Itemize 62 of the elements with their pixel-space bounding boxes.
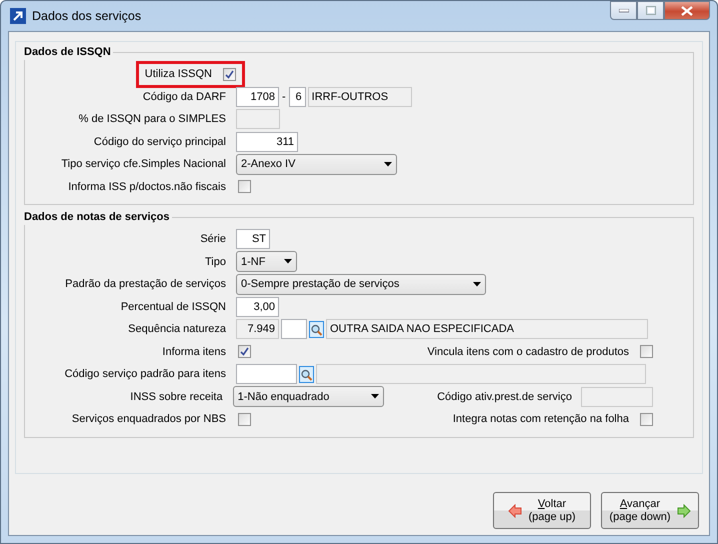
checkbox[interactable] <box>640 345 653 358</box>
close-icon <box>681 6 693 16</box>
field-label: Vincula itens com o cadastro de produtos <box>427 344 629 360</box>
field-label: Integra notas com retenção na folha <box>452 412 629 427</box>
maximize-button[interactable] <box>637 1 664 20</box>
input-field[interactable]: 6 <box>288 86 306 107</box>
field-label: Tipo serviço cfe.Simples Nacional <box>61 157 226 172</box>
field-label: Código do serviço principal <box>94 134 226 150</box>
checkbox[interactable] <box>238 180 251 194</box>
field-label: Sequência natureza <box>128 322 226 337</box>
checkbox[interactable] <box>238 412 251 426</box>
search-icon[interactable] <box>299 366 314 383</box>
minimize-icon <box>618 8 628 12</box>
caret-icon <box>384 162 392 167</box>
caret-icon <box>284 259 292 264</box>
dash-text: - <box>282 90 286 104</box>
dropdown[interactable]: 2-Anexo IV <box>236 154 397 175</box>
input-field[interactable]: IRRF-OUTROS <box>308 86 412 107</box>
field-label: Serviços enquadrados por NBS <box>72 412 226 427</box>
next-button[interactable]: Avançar (page down) <box>601 492 699 529</box>
search-icon[interactable] <box>309 320 324 338</box>
field-label: Série <box>200 232 226 247</box>
group-title: Dados de notas de serviços <box>24 209 172 225</box>
checkbox[interactable] <box>223 68 236 81</box>
field-label: Utiliza ISSQN <box>144 67 212 82</box>
input-field[interactable] <box>581 386 653 407</box>
minimize-button[interactable] <box>610 1 637 20</box>
input-field[interactable] <box>281 319 307 340</box>
group-title: Dados de ISSQN <box>24 44 113 60</box>
input-field[interactable]: 1708 <box>236 86 279 107</box>
app-icon <box>10 8 26 24</box>
input-field[interactable]: 311 <box>236 132 298 152</box>
field-label: Código ativ.prest.de serviço <box>437 390 572 404</box>
checkbox[interactable] <box>640 412 653 426</box>
close-button[interactable] <box>664 1 710 20</box>
input-field[interactable]: 7.949 <box>236 319 279 340</box>
dropdown[interactable]: 1-NF <box>236 251 297 272</box>
dropdown[interactable]: 0-Sempre prestação de serviços <box>236 274 486 295</box>
window-title: Dados dos serviços <box>32 8 142 25</box>
input-field[interactable] <box>236 109 280 130</box>
field-label: % de ISSQN para o SIMPLES <box>78 112 226 127</box>
input-field[interactable] <box>316 364 646 384</box>
left-arrow-icon <box>508 504 522 518</box>
caret-icon <box>473 282 481 287</box>
input-field[interactable] <box>236 364 297 384</box>
caret-icon <box>370 394 379 400</box>
checkbox[interactable] <box>238 345 251 358</box>
field-label: Informa itens <box>162 344 226 360</box>
input-field[interactable]: 3,00 <box>236 296 279 317</box>
field-label: Percentual de ISSQN <box>120 300 226 314</box>
field-label: INSS sobre receita <box>130 390 223 404</box>
field-label: Padrão da prestação de serviços <box>65 277 226 292</box>
input-field[interactable]: OUTRA SAIDA NAO ESPECIFICADA <box>326 319 648 340</box>
field-label: Código serviço padrão para itens <box>64 367 226 382</box>
field-label: Tipo <box>205 254 226 270</box>
input-field[interactable]: ST <box>236 229 270 250</box>
maximize-icon <box>646 6 656 15</box>
right-arrow-icon <box>676 504 691 518</box>
field-label: Informa ISS p/doctos.não fiscais <box>68 180 226 194</box>
dropdown[interactable]: 1-Não enquadrado <box>232 386 384 408</box>
field-label: Código da DARF <box>142 90 226 104</box>
back-button[interactable]: Voltar (page up) <box>493 492 591 529</box>
